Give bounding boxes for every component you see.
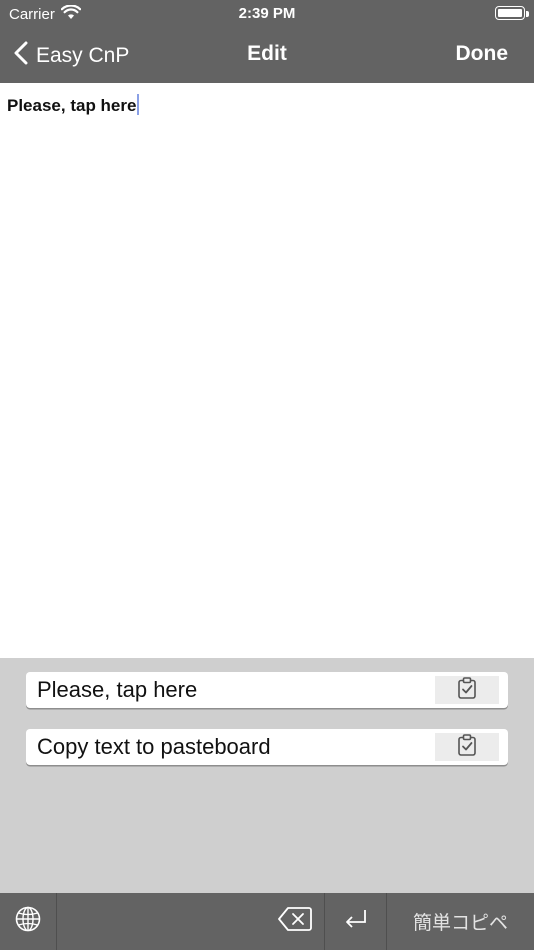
status-time: 2:39 PM	[238, 5, 296, 22]
editor-text[interactable]: Please, tap here	[7, 96, 136, 115]
status-bar: Carrier 2:39 PM	[0, 0, 534, 28]
keyboard-toolbar: 簡単コピペ	[0, 893, 534, 950]
globe-icon	[15, 906, 41, 937]
back-button[interactable]: Easy CnP	[14, 41, 129, 71]
clipboard-check-icon	[457, 733, 477, 761]
text-editor[interactable]: Please, tap here	[0, 83, 534, 658]
toolbar-divider	[56, 893, 57, 950]
keyboard-name-label: 簡単コピペ	[412, 913, 508, 934]
return-button[interactable]	[325, 893, 386, 950]
snippet-item-1[interactable]: Please, tap here	[26, 672, 508, 708]
globe-button[interactable]	[0, 893, 56, 950]
snippet-text[interactable]: Please, tap here	[26, 677, 435, 703]
snippet-item-2[interactable]: Copy text to pasteboard	[26, 729, 508, 765]
snippet-text[interactable]: Copy text to pasteboard	[26, 734, 435, 760]
keyboard-name-button[interactable]: 簡単コピペ	[387, 893, 534, 950]
paste-button[interactable]	[435, 676, 499, 704]
battery-tip	[526, 11, 529, 17]
back-button-label: Easy CnP	[36, 44, 130, 67]
backspace-icon	[278, 906, 312, 937]
battery-icon	[495, 6, 525, 20]
done-button[interactable]: Done	[456, 42, 509, 66]
paste-button[interactable]	[435, 733, 499, 761]
delete-button[interactable]	[266, 893, 324, 950]
custom-keyboard: Please, tap here Copy text to pasteboard	[0, 658, 534, 893]
return-icon	[343, 908, 369, 935]
clipboard-check-icon	[457, 676, 477, 704]
chevron-left-icon	[14, 41, 28, 71]
navigation-bar: Easy CnP Edit Done	[0, 28, 534, 83]
text-caret	[137, 94, 140, 115]
